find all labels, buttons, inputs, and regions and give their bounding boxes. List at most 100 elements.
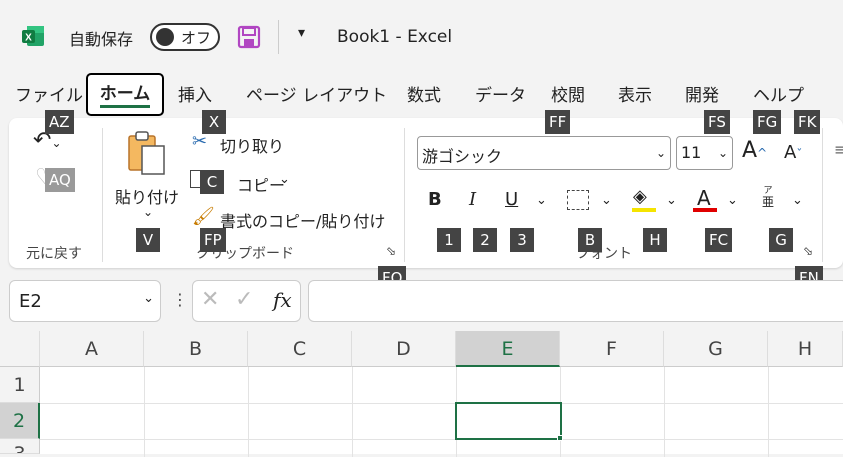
cancel-icon[interactable]: ✕ bbox=[201, 287, 219, 312]
increase-font-size-button[interactable]: A^ bbox=[742, 138, 767, 163]
font-size-value: 11 bbox=[681, 143, 702, 162]
more-options-icon[interactable]: ⋮ bbox=[172, 290, 188, 309]
gridline bbox=[352, 367, 353, 457]
keytip-phonetic: G bbox=[769, 228, 793, 252]
font-name-value: 游ゴシック bbox=[422, 147, 503, 166]
underline-button[interactable]: U bbox=[505, 189, 518, 210]
font-name-select[interactable]: 游ゴシック ⌄ bbox=[417, 136, 671, 170]
format-painter-icon[interactable]: 🖌 bbox=[192, 206, 215, 227]
group-separator bbox=[822, 128, 823, 262]
keytip-font-name: FF bbox=[545, 110, 571, 134]
fill-color-swatch bbox=[632, 208, 656, 212]
keytip-font-color: FC bbox=[705, 228, 733, 252]
column-header[interactable]: F bbox=[560, 331, 664, 367]
keytip-grow-font: FG bbox=[753, 110, 782, 134]
underline-dropdown-icon[interactable]: ⌄ bbox=[536, 193, 547, 208]
clipboard-launcher-icon[interactable]: ⬂ bbox=[386, 244, 396, 258]
keytip-shrink-font: FK bbox=[794, 110, 821, 134]
tab-active-indicator bbox=[100, 105, 150, 108]
autosave-state: オフ bbox=[181, 29, 212, 47]
font-size-select[interactable]: 11 ⌄ bbox=[676, 136, 733, 170]
copy-label[interactable]: コピー bbox=[237, 172, 285, 196]
customize-qat-icon[interactable]: ▾ bbox=[298, 25, 305, 41]
paste-dropdown-icon[interactable]: ⌄ bbox=[143, 205, 153, 219]
column-header[interactable]: G bbox=[664, 331, 768, 367]
font-color-dropdown-icon[interactable]: ⌄ bbox=[727, 193, 738, 208]
column-header-active[interactable]: E bbox=[456, 331, 560, 367]
gridline bbox=[40, 403, 843, 404]
insert-function-icon[interactable]: fx bbox=[273, 288, 292, 312]
column-header[interactable]: D bbox=[352, 331, 456, 367]
group-separator bbox=[404, 128, 405, 262]
toggle-knob bbox=[156, 28, 174, 46]
tab-page-layout[interactable]: ページ レイアウト bbox=[246, 84, 387, 114]
name-box-value: E2 bbox=[19, 291, 42, 312]
cut-label[interactable]: 切り取り bbox=[220, 133, 284, 157]
gridline bbox=[664, 367, 665, 457]
column-header[interactable]: H bbox=[768, 331, 843, 367]
autosave-label: 自動保存 bbox=[69, 30, 134, 49]
keytip-bold: 1 bbox=[437, 228, 461, 252]
gridline bbox=[144, 367, 145, 457]
tab-view[interactable]: 表示 bbox=[618, 84, 652, 114]
fill-handle[interactable] bbox=[557, 435, 563, 441]
keytip-borders: B bbox=[578, 228, 602, 252]
autosave-toggle[interactable]: オフ bbox=[150, 23, 220, 51]
copy-dropdown-icon[interactable]: ⌄ bbox=[279, 172, 290, 187]
keytip-fill: H bbox=[643, 228, 667, 252]
save-icon[interactable] bbox=[237, 25, 261, 49]
row-header-active[interactable]: 2 bbox=[0, 403, 40, 439]
keytip-underline: 3 bbox=[510, 228, 534, 252]
keytip-home: X bbox=[202, 110, 226, 134]
column-header[interactable]: A bbox=[40, 331, 144, 367]
phonetic-base: 亜 bbox=[762, 195, 775, 209]
gridline bbox=[248, 367, 249, 457]
keytip-font-size: FS bbox=[704, 110, 730, 134]
row-header[interactable]: 3 bbox=[0, 439, 40, 454]
scissors-icon[interactable]: ✂ bbox=[192, 131, 207, 152]
tab-formulas[interactable]: 数式 bbox=[407, 84, 441, 114]
svg-text:X: X bbox=[25, 33, 32, 44]
row-header[interactable]: 1 bbox=[0, 367, 40, 403]
alignment-icon[interactable]: ≡ bbox=[834, 140, 843, 159]
group-separator bbox=[102, 128, 103, 262]
phonetic-dropdown-icon[interactable]: ⌄ bbox=[792, 193, 803, 208]
column-header[interactable]: B bbox=[144, 331, 248, 367]
keytip-paste: V bbox=[136, 228, 160, 252]
phonetic-guide-button[interactable]: ア 亜 bbox=[762, 186, 774, 208]
format-painter-label[interactable]: 書式のコピー/貼り付け bbox=[220, 208, 385, 232]
document-title: Book1 - Excel bbox=[337, 27, 453, 47]
select-all-corner[interactable] bbox=[0, 331, 40, 367]
formula-input[interactable] bbox=[308, 280, 843, 322]
borders-dropdown-icon[interactable]: ⌄ bbox=[601, 193, 612, 208]
gridline bbox=[40, 439, 843, 440]
keytip-copy: C bbox=[200, 170, 224, 194]
borders-icon[interactable] bbox=[567, 190, 589, 210]
undo-group-label: 元に戻す bbox=[26, 246, 82, 262]
bold-button[interactable]: B bbox=[428, 189, 442, 210]
tab-home-label: ホーム bbox=[99, 84, 151, 104]
chevron-down-icon: ⌄ bbox=[655, 146, 666, 160]
decrease-font-size-button[interactable]: Aˇ bbox=[784, 142, 802, 163]
tab-data[interactable]: データ bbox=[475, 84, 526, 114]
keytip-italic: 2 bbox=[473, 228, 497, 252]
worksheet-grid[interactable]: A B C D E F G H 1 2 3 bbox=[0, 331, 843, 457]
column-header[interactable]: C bbox=[248, 331, 352, 367]
italic-button[interactable]: I bbox=[469, 189, 476, 210]
fill-dropdown-icon[interactable]: ⌄ bbox=[666, 193, 677, 208]
enter-icon[interactable]: ✓ bbox=[235, 287, 253, 312]
name-box[interactable]: E2 ⌄ bbox=[9, 280, 161, 322]
font-launcher-icon[interactable]: ⬂ bbox=[803, 244, 813, 258]
font-color-swatch bbox=[693, 208, 717, 212]
keytip-format-painter: FP bbox=[200, 228, 226, 252]
paste-icon[interactable] bbox=[127, 130, 167, 176]
keytip-file: AZ bbox=[45, 110, 74, 134]
font-color-button[interactable]: A bbox=[697, 186, 711, 210]
active-cell[interactable] bbox=[455, 402, 562, 440]
fill-color-icon[interactable]: ◈ bbox=[633, 186, 647, 207]
chevron-down-icon: ⌄ bbox=[717, 146, 728, 160]
keytip-undo: AQ bbox=[45, 168, 75, 192]
tab-home[interactable]: ホーム bbox=[86, 73, 164, 116]
gridline bbox=[768, 367, 769, 457]
formula-buttons: ✕ ✓ fx bbox=[192, 280, 301, 322]
